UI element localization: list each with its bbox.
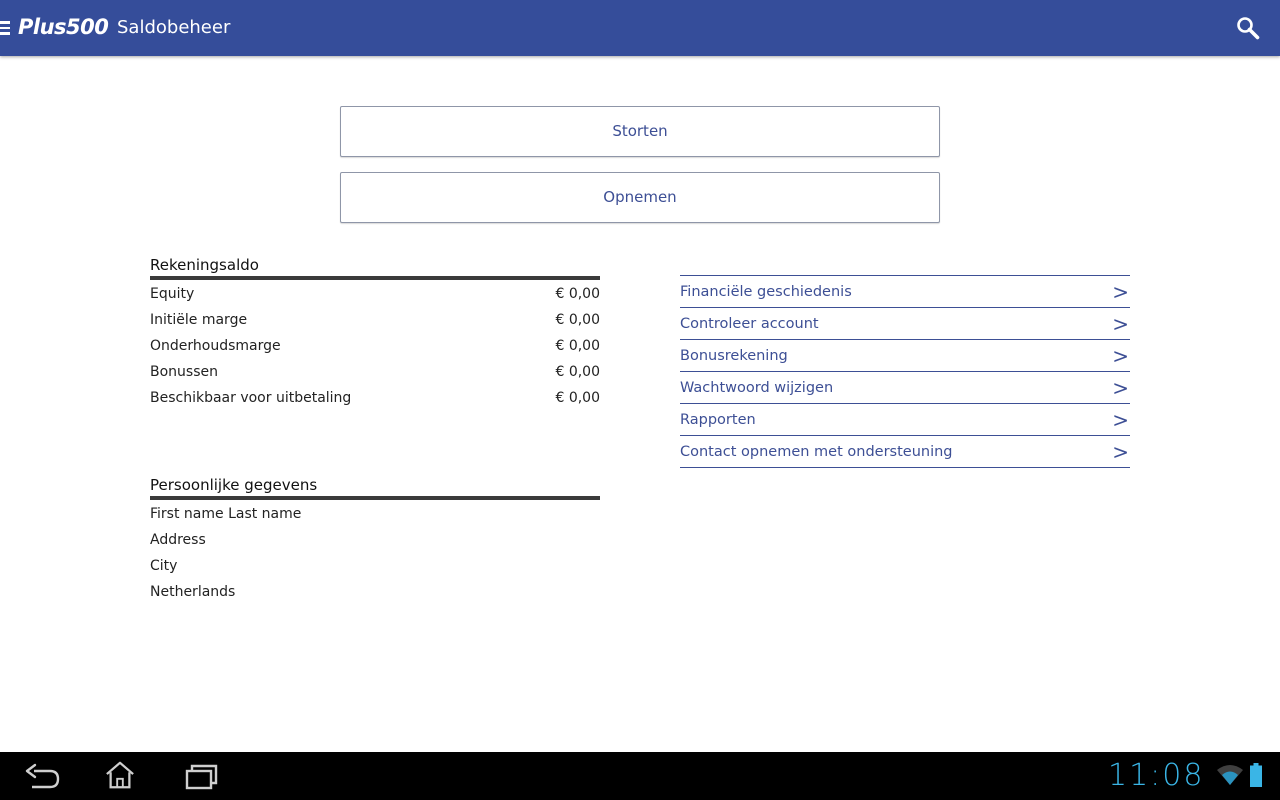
balance-row-initial-margin: Initiële marge € 0,00 <box>150 310 600 336</box>
personal-details-section: Persoonlijke gegevens First name Last na… <box>150 475 600 608</box>
balance-value: € 0,00 <box>555 364 600 380</box>
nav-item-label: Contact opnemen met ondersteuning <box>680 443 953 460</box>
section-title: Rekeningsaldo <box>150 256 259 274</box>
brand-logo-text: Plus500 <box>18 15 109 39</box>
account-nav-list: Financiële geschiedenis > Controleer acc… <box>680 275 1130 468</box>
back-icon[interactable] <box>22 762 62 792</box>
nav-item-financial-history[interactable]: Financiële geschiedenis > <box>680 276 1130 308</box>
balance-value: € 0,00 <box>555 286 600 302</box>
search-icon[interactable] <box>1236 16 1260 40</box>
wifi-icon <box>1217 765 1243 785</box>
balance-row-bonuses: Bonussen € 0,00 <box>150 362 600 388</box>
section-divider <box>150 496 600 500</box>
nav-item-verify-account[interactable]: Controleer account > <box>680 308 1130 340</box>
balance-value: € 0,00 <box>555 390 600 406</box>
nav-item-label: Financiële geschiedenis <box>680 283 852 300</box>
chevron-right-icon: > <box>1112 343 1129 368</box>
page-title: Saldobeheer <box>117 17 231 38</box>
nav-item-contact-support[interactable]: Contact opnemen met ondersteuning > <box>680 436 1130 468</box>
app-root: Plus500 Saldobeheer Storten Opnemen Reke… <box>0 0 1280 800</box>
balance-label: Onderhoudsmarge <box>150 338 281 354</box>
home-icon[interactable] <box>100 760 140 790</box>
brand-logo[interactable]: Plus500 <box>18 12 109 42</box>
nav-item-label: Bonusrekening <box>680 347 788 364</box>
balance-label: Equity <box>150 286 195 302</box>
top-app-bar: Plus500 Saldobeheer <box>0 0 1280 56</box>
recent-apps-icon[interactable] <box>182 762 222 792</box>
balance-label: Beschikbaar voor uitbetaling <box>150 390 352 406</box>
section-divider <box>150 276 600 280</box>
personal-address: Address <box>150 532 206 548</box>
nav-item-reports[interactable]: Rapporten > <box>680 404 1130 436</box>
deposit-button[interactable]: Storten <box>340 106 940 157</box>
personal-name: First name Last name <box>150 506 302 522</box>
chevron-right-icon: > <box>1112 375 1129 400</box>
status-clock: 11:08 <box>1108 758 1205 793</box>
balance-row-available-for-withdrawal: Beschikbaar voor uitbetaling € 0,00 <box>150 388 600 414</box>
withdraw-button[interactable]: Opnemen <box>340 172 940 223</box>
nav-item-change-password[interactable]: Wachtwoord wijzigen > <box>680 372 1130 404</box>
personal-city: City <box>150 558 178 574</box>
balance-row-maintenance-margin: Onderhoudsmarge € 0,00 <box>150 336 600 362</box>
nav-item-bonus-account[interactable]: Bonusrekening > <box>680 340 1130 372</box>
chevron-right-icon: > <box>1112 311 1129 336</box>
chevron-right-icon: > <box>1112 279 1129 304</box>
section-title: Persoonlijke gegevens <box>150 476 318 494</box>
battery-icon <box>1250 763 1262 787</box>
balance-label: Bonussen <box>150 364 218 380</box>
chevron-right-icon: > <box>1112 407 1129 432</box>
nav-item-label: Wachtwoord wijzigen <box>680 379 834 396</box>
chevron-right-icon: > <box>1112 439 1129 464</box>
nav-item-label: Controleer account <box>680 315 819 332</box>
balance-value: € 0,00 <box>555 312 600 328</box>
balance-value: € 0,00 <box>555 338 600 354</box>
balance-row-equity: Equity € 0,00 <box>150 284 600 310</box>
personal-country: Netherlands <box>150 584 236 600</box>
account-balance-section: Rekeningsaldo Equity € 0,00 Initiële mar… <box>150 255 600 414</box>
nav-item-label: Rapporten <box>680 411 756 428</box>
balance-label: Initiële marge <box>150 312 248 328</box>
menu-icon[interactable] <box>0 21 10 35</box>
